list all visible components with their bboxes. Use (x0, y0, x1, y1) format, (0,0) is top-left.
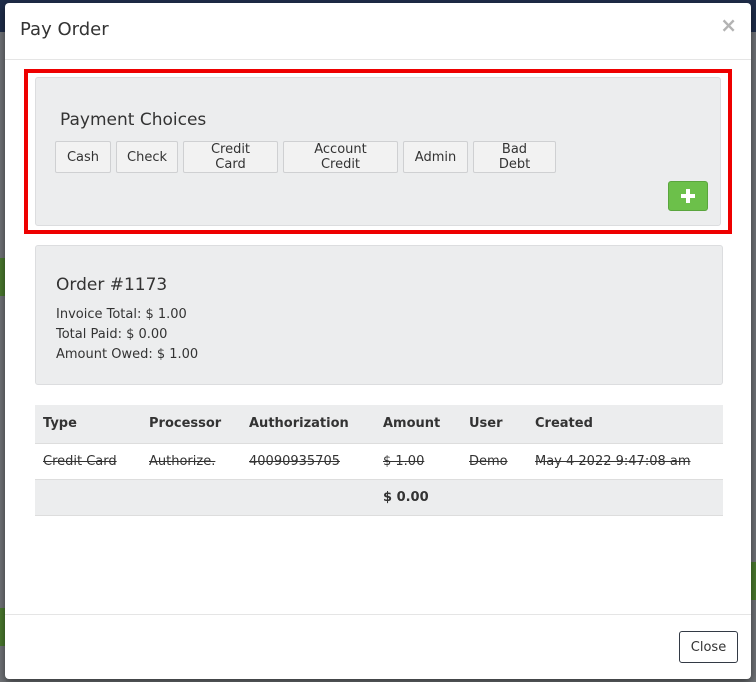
modal-header: Pay Order × (5, 3, 751, 60)
amount-owed: Amount Owed: $ 1.00 (56, 347, 199, 362)
payment-choices-title: Payment Choices (60, 110, 207, 130)
column-header-user: User (461, 405, 527, 444)
modal-title: Pay Order (20, 19, 109, 40)
column-header-authorization: Authorization (241, 405, 375, 444)
cell-type: Credit Card (35, 443, 141, 480)
payment-choices-panel: Payment Choices Cash Check Credit Card A… (35, 77, 721, 226)
add-payment-button[interactable] (668, 181, 708, 211)
close-icon[interactable]: × (720, 15, 737, 35)
payment-choices-highlight: Payment Choices Cash Check Credit Card A… (24, 69, 732, 234)
cell-created: May 4 2022 9:47:08 am (527, 443, 723, 480)
plus-icon (681, 189, 695, 203)
cell-processor: Authorize. (141, 443, 241, 480)
total-amount: $ 0.00 (375, 479, 461, 516)
close-button[interactable]: Close (679, 631, 738, 663)
table-row: Credit Card Authorize. 40090935705 $ 1.0… (35, 443, 723, 480)
table-total-row: $ 0.00 (35, 479, 723, 516)
bad-debt-button[interactable]: Bad Debt (473, 141, 556, 173)
column-header-type: Type (35, 405, 141, 444)
credit-card-button[interactable]: Credit Card (183, 141, 278, 173)
payments-table: Type Processor Authorization Amount User… (35, 405, 723, 516)
order-title: Order #1173 (56, 275, 168, 295)
cash-button[interactable]: Cash (55, 141, 111, 173)
total-paid: Total Paid: $ 0.00 (56, 327, 168, 342)
column-header-processor: Processor (141, 405, 241, 444)
cell-amount: $ 1.00 (375, 443, 461, 480)
admin-button[interactable]: Admin (403, 141, 468, 173)
column-header-created: Created (527, 405, 723, 444)
order-summary-panel: Order #1173 Invoice Total: $ 1.00 Total … (35, 245, 723, 385)
column-header-amount: Amount (375, 405, 461, 444)
cell-authorization: 40090935705 (241, 443, 375, 480)
modal-footer: Close (5, 614, 751, 679)
invoice-total: Invoice Total: $ 1.00 (56, 307, 187, 322)
cell-user: Demo (461, 443, 527, 480)
account-credit-button[interactable]: Account Credit (283, 141, 398, 173)
table-header-row: Type Processor Authorization Amount User… (35, 405, 723, 444)
check-button[interactable]: Check (116, 141, 178, 173)
pay-order-modal: Pay Order × Payment Choices Cash Check C… (5, 3, 751, 679)
